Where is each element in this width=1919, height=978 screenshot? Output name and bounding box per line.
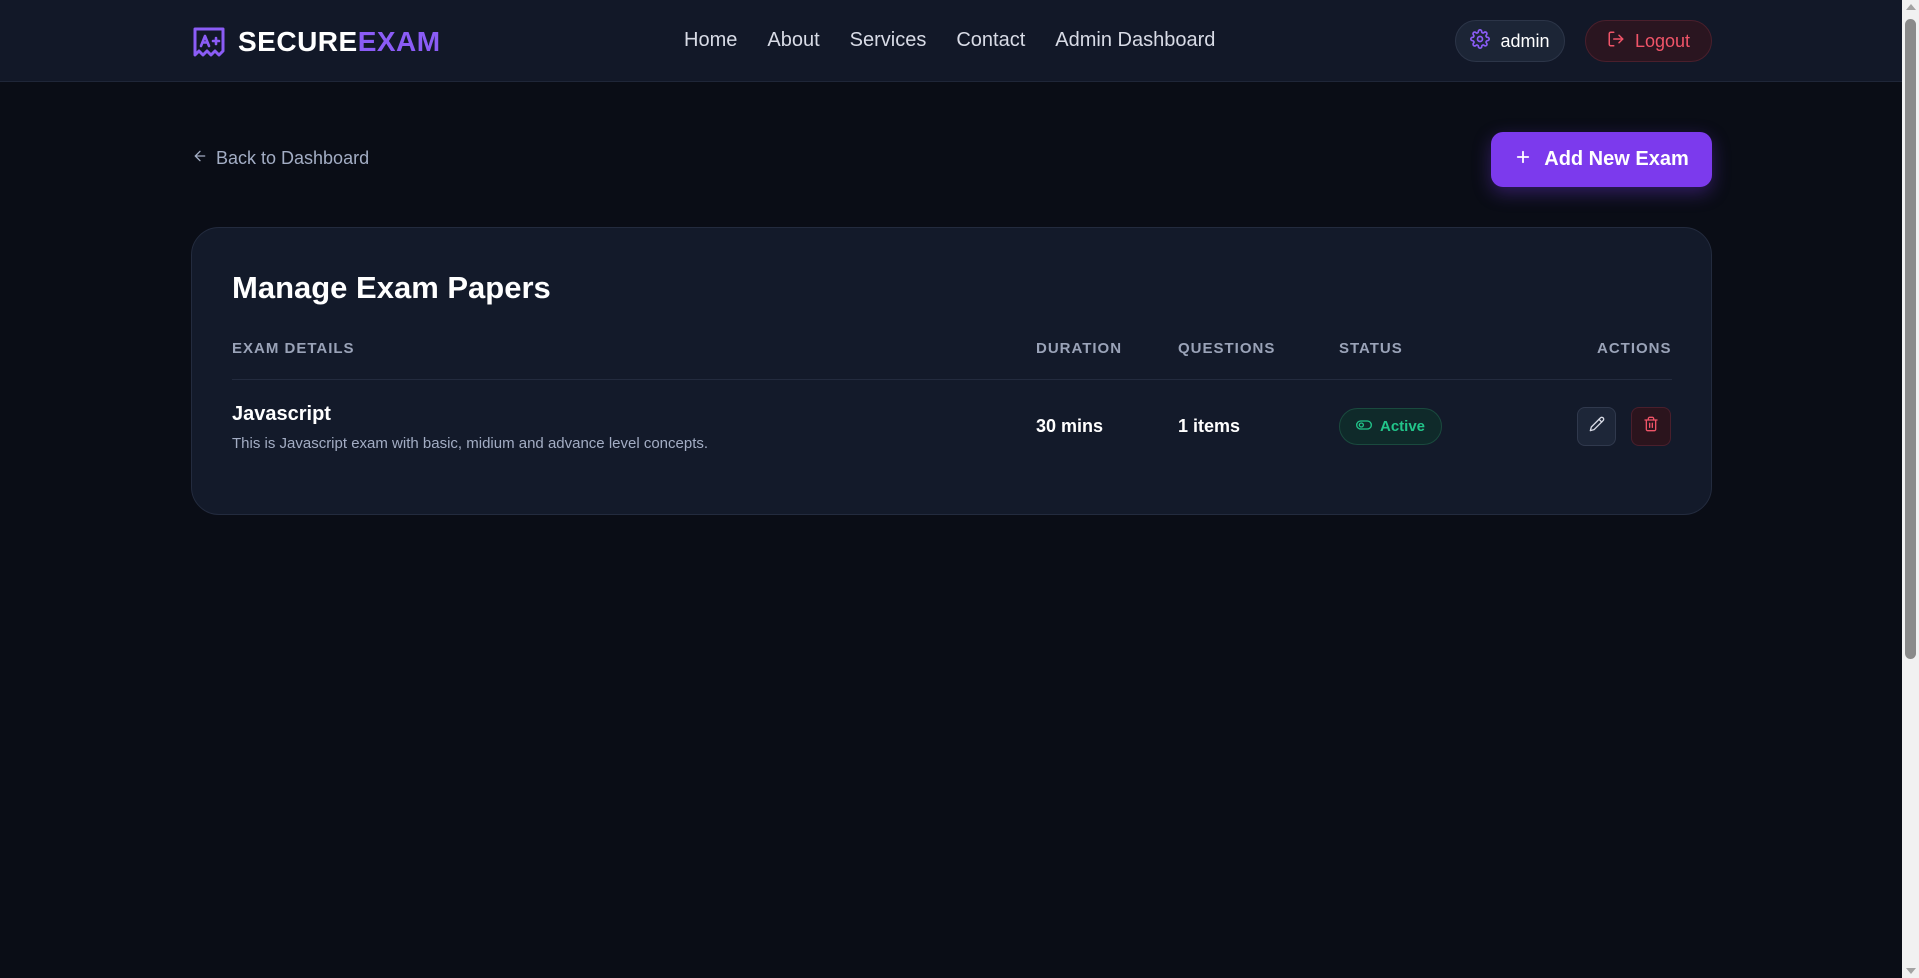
- add-new-exam-button[interactable]: Add New Exam: [1491, 132, 1712, 187]
- arrow-left-icon: [192, 148, 208, 169]
- pencil-icon: [1589, 416, 1605, 437]
- nav-link-services[interactable]: Services: [850, 29, 927, 52]
- exam-papers-card: Manage Exam Papers EXAM DETAILS DURATION…: [191, 227, 1712, 515]
- exam-description: This is Javascript exam with basic, midi…: [232, 435, 709, 452]
- page-title: Manage Exam Papers: [232, 270, 551, 305]
- toggle-icon: [1355, 418, 1372, 435]
- column-header-questions: QUESTIONS: [1178, 340, 1276, 357]
- exam-paper-icon: [192, 25, 226, 59]
- nav-link-about[interactable]: About: [767, 29, 819, 52]
- exam-questions-count: 1 items: [1178, 416, 1241, 436]
- gear-icon: [1470, 28, 1491, 54]
- column-header-status: STATUS: [1339, 340, 1403, 357]
- scroll-thumb[interactable]: [1905, 19, 1916, 659]
- nav-link-admin-dashboard[interactable]: Admin Dashboard: [1055, 29, 1215, 52]
- main-nav: Home About Services Contact Admin Dashbo…: [684, 26, 1215, 54]
- exam-name: Javascript: [232, 403, 331, 425]
- trash-icon: [1643, 416, 1659, 437]
- username-label: admin: [1500, 30, 1550, 51]
- vertical-scrollbar[interactable]: [1902, 0, 1919, 978]
- user-menu-button[interactable]: admin: [1455, 20, 1565, 62]
- table-divider: [232, 379, 1672, 380]
- logout-icon: [1607, 30, 1625, 53]
- brand-name-part1: SECURE: [238, 26, 358, 57]
- nav-link-home[interactable]: Home: [684, 29, 737, 52]
- edit-exam-button[interactable]: [1577, 407, 1616, 446]
- brand-logo[interactable]: SECUREEXAM: [192, 24, 441, 60]
- logout-button[interactable]: Logout: [1585, 20, 1712, 62]
- scroll-up-arrow-icon[interactable]: [1906, 4, 1916, 10]
- column-header-duration: DURATION: [1036, 340, 1123, 357]
- top-navbar: SECUREEXAM Home About Services Contact A…: [0, 0, 1902, 82]
- exam-duration: 30 mins: [1036, 416, 1104, 436]
- plus-icon: [1514, 148, 1532, 172]
- add-new-exam-label: Add New Exam: [1544, 148, 1689, 170]
- nav-link-contact[interactable]: Contact: [956, 29, 1025, 52]
- brand-name: SECUREEXAM: [238, 26, 441, 58]
- logout-label: Logout: [1634, 30, 1691, 51]
- column-header-exam-details: EXAM DETAILS: [232, 340, 355, 357]
- back-label: Back to Dashboard: [216, 148, 370, 168]
- status-label: Active: [1379, 418, 1426, 435]
- status-badge: Active: [1339, 408, 1442, 445]
- scroll-down-arrow-icon[interactable]: [1906, 968, 1916, 974]
- column-header-actions: ACTIONS: [1597, 340, 1672, 357]
- back-to-dashboard-link[interactable]: Back to Dashboard: [192, 148, 369, 169]
- brand-name-part2: EXAM: [357, 26, 441, 57]
- delete-exam-button[interactable]: [1631, 407, 1671, 446]
